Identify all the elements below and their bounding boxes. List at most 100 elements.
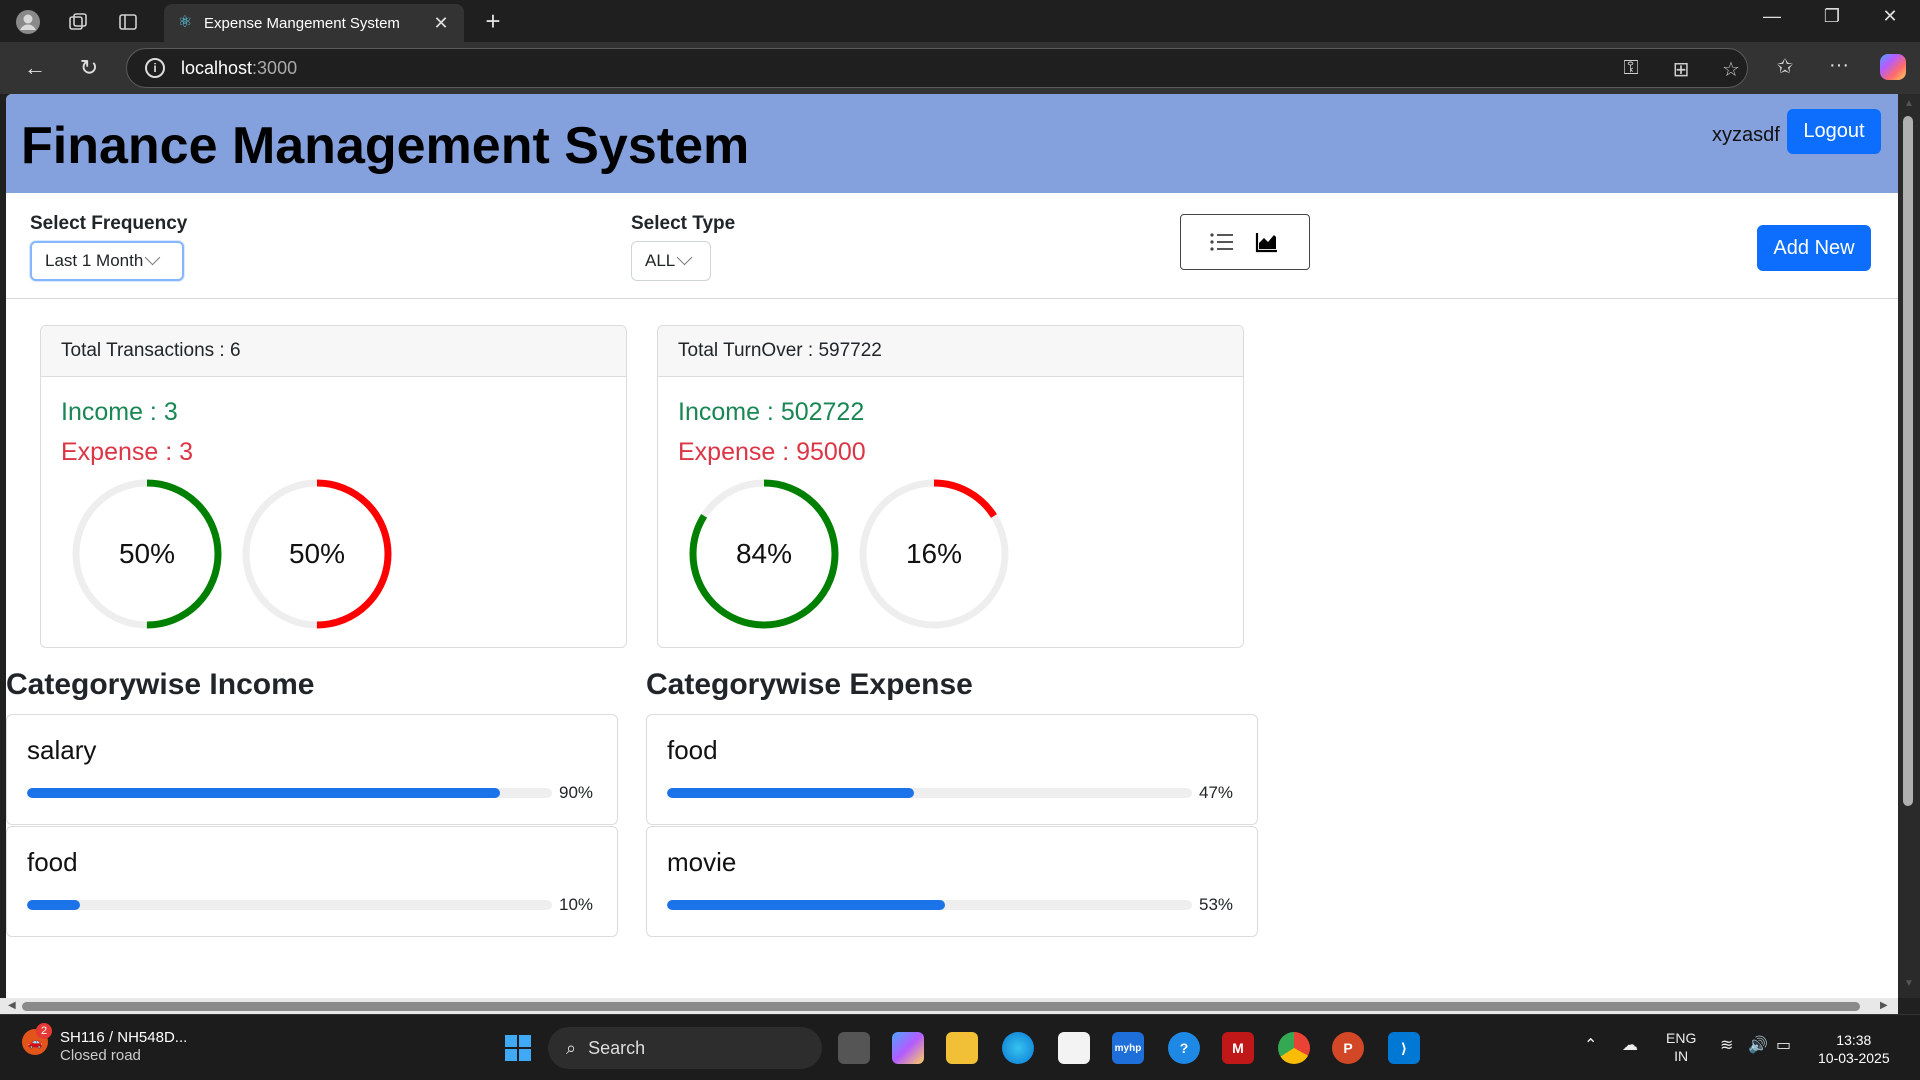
apps-install-icon[interactable]: ⊞ — [1667, 57, 1695, 82]
app-header: Finance Management System xyzasdf Logout — [6, 94, 1898, 193]
task-view-icon[interactable] — [838, 1032, 870, 1064]
microsoft-store-icon[interactable] — [1058, 1032, 1090, 1064]
income-category-name: salary — [27, 735, 97, 765]
turnover-expense-percent: 16% — [905, 538, 963, 569]
transactions-expense-count: Expense : 3 — [61, 438, 194, 466]
volume-icon[interactable]: 🔊 — [1748, 1035, 1768, 1055]
restore-icon[interactable]: ❐ — [1812, 6, 1852, 27]
taskbar-search[interactable]: ⌕ Search — [548, 1027, 822, 1069]
total-turnover-header: Total TurnOver : 597722 — [658, 326, 1243, 377]
wifi-icon[interactable]: ≋ — [1720, 1035, 1733, 1055]
page-viewport: Finance Management System xyzasdf Logout… — [6, 94, 1898, 998]
address-bar-row: ← ↻ i localhost:3000 ⚿ ⊞ ☆ ✩ ··· — [0, 42, 1920, 94]
myhp-icon[interactable]: myhp — [1112, 1032, 1144, 1064]
react-favicon-icon: ⚛ — [177, 14, 193, 31]
windows-taskbar: 🚗 2 SH116 / NH548D... Closed road ⌕ Searc… — [0, 1014, 1920, 1080]
copilot-app-icon[interactable] — [892, 1032, 924, 1064]
windows-start-icon[interactable] — [502, 1032, 534, 1064]
scroll-right-icon[interactable]: ▶ — [1880, 1000, 1888, 1011]
edge-browser-icon[interactable] — [1002, 1032, 1034, 1064]
weather-subtitle: Closed road — [60, 1047, 141, 1064]
add-new-button[interactable]: Add New — [1757, 225, 1871, 271]
analytics-view-icon[interactable] — [1255, 231, 1281, 253]
search-label: Search — [588, 1037, 646, 1058]
tab-close-icon[interactable]: ✕ — [430, 13, 452, 34]
tray-overflow-icon[interactable]: ⌃ — [1584, 1035, 1597, 1055]
favorite-star-icon[interactable]: ☆ — [1717, 57, 1745, 82]
transactions-income-gauge: 50% — [71, 478, 223, 630]
taskbar-clock[interactable]: 13:38 10-03-2025 — [1818, 1031, 1890, 1067]
traffic-alert-icon: 🚗 2 — [22, 1023, 52, 1055]
chevron-down-icon — [677, 253, 693, 269]
username-label: xyzasdf — [1712, 124, 1780, 146]
categorywise-expense-title: Categorywise Expense — [646, 668, 973, 701]
refresh-icon[interactable]: ↻ — [74, 54, 104, 82]
site-info-icon[interactable]: i — [145, 58, 165, 78]
favorites-icon[interactable]: ✩ — [1770, 54, 1800, 79]
expense-category-percent: 47% — [1199, 783, 1234, 802]
income-category-card: food 10% — [6, 826, 618, 937]
search-icon: ⌕ — [566, 1037, 577, 1058]
powerpoint-icon[interactable]: P — [1332, 1032, 1364, 1064]
expense-category-progress — [667, 900, 1192, 910]
copilot-icon[interactable] — [1880, 54, 1906, 80]
total-transactions-card: Total Transactions : 6 Income : 3 Expens… — [40, 325, 627, 648]
transactions-income-percent: 50% — [118, 538, 176, 569]
view-toggle — [1180, 214, 1310, 270]
language-indicator[interactable]: ENG IN — [1666, 1029, 1696, 1065]
scroll-left-icon[interactable]: ◀ — [8, 1000, 16, 1011]
more-menu-icon[interactable]: ··· — [1824, 54, 1854, 77]
tab-title: Expense Mangement System — [204, 14, 400, 32]
type-label: Select Type — [631, 213, 736, 234]
frequency-select[interactable]: Last 1 Month — [30, 241, 184, 281]
language-bottom: IN — [1674, 1048, 1689, 1064]
new-tab-icon[interactable]: + — [478, 6, 508, 37]
categorywise-income-title: Categorywise Income — [6, 668, 315, 701]
vscode-icon[interactable]: ⟩ — [1388, 1032, 1420, 1064]
type-select[interactable]: ALL — [631, 241, 711, 281]
turnover-income-gauge: 84% — [688, 478, 840, 630]
close-window-icon[interactable]: ✕ — [1870, 6, 1910, 27]
mcafee-icon[interactable]: M — [1222, 1032, 1254, 1064]
turnover-income-amount: Income : 502722 — [678, 398, 865, 426]
progress-fill — [667, 900, 946, 910]
minimize-icon[interactable]: — — [1752, 6, 1792, 27]
expense-category-progress — [667, 788, 1192, 798]
income-category-progress — [27, 900, 552, 910]
workspaces-icon[interactable] — [64, 8, 92, 36]
progress-fill — [667, 788, 914, 798]
help-icon[interactable]: ? — [1168, 1032, 1200, 1064]
url-bar[interactable]: i localhost:3000 ⚿ ⊞ ☆ — [126, 48, 1748, 88]
transactions-expense-percent: 50% — [288, 538, 346, 569]
url-host: localhost — [181, 57, 253, 78]
password-key-icon[interactable]: ⚿ — [1617, 57, 1645, 80]
vertical-scroll-thumb[interactable] — [1903, 116, 1913, 806]
vertical-tabs-icon[interactable] — [114, 8, 142, 36]
chrome-icon[interactable] — [1278, 1032, 1310, 1064]
expense-category-name: food — [667, 735, 718, 765]
expense-category-percent: 53% — [1199, 895, 1234, 914]
vertical-scrollbar[interactable]: ▲ ▼ — [1898, 94, 1920, 998]
horizontal-scrollbar[interactable]: ◀ ▶ — [0, 998, 1898, 1014]
url-port: :3000 — [252, 57, 298, 78]
file-explorer-icon[interactable] — [946, 1032, 978, 1064]
clock-date: 10-03-2025 — [1818, 1050, 1890, 1066]
cloud-off-icon[interactable]: ☁ — [1622, 1035, 1638, 1055]
weather-title: SH116 / NH548D... — [60, 1029, 188, 1046]
scroll-up-icon[interactable]: ▲ — [1904, 98, 1914, 109]
language-top: ENG — [1666, 1030, 1697, 1046]
list-view-icon[interactable] — [1209, 231, 1235, 253]
income-category-name: food — [27, 847, 78, 877]
scroll-down-icon[interactable]: ▼ — [1904, 978, 1914, 989]
profile-icon[interactable] — [14, 8, 42, 36]
weather-widget[interactable]: 🚗 2 SH116 / NH548D... Closed road — [22, 1023, 188, 1065]
page-title: Finance Management System — [21, 117, 750, 175]
type-value: ALL — [645, 251, 676, 270]
frequency-value: Last 1 Month — [45, 251, 144, 270]
logout-button[interactable]: Logout — [1787, 109, 1881, 154]
browser-tab-active[interactable]: ⚛ Expense Mangement System ✕ — [164, 4, 464, 42]
back-icon[interactable]: ← — [20, 54, 50, 82]
clock-time: 13:38 — [1836, 1032, 1872, 1048]
horizontal-scroll-thumb[interactable] — [22, 1002, 1860, 1011]
battery-icon[interactable]: ▭ — [1776, 1035, 1791, 1055]
